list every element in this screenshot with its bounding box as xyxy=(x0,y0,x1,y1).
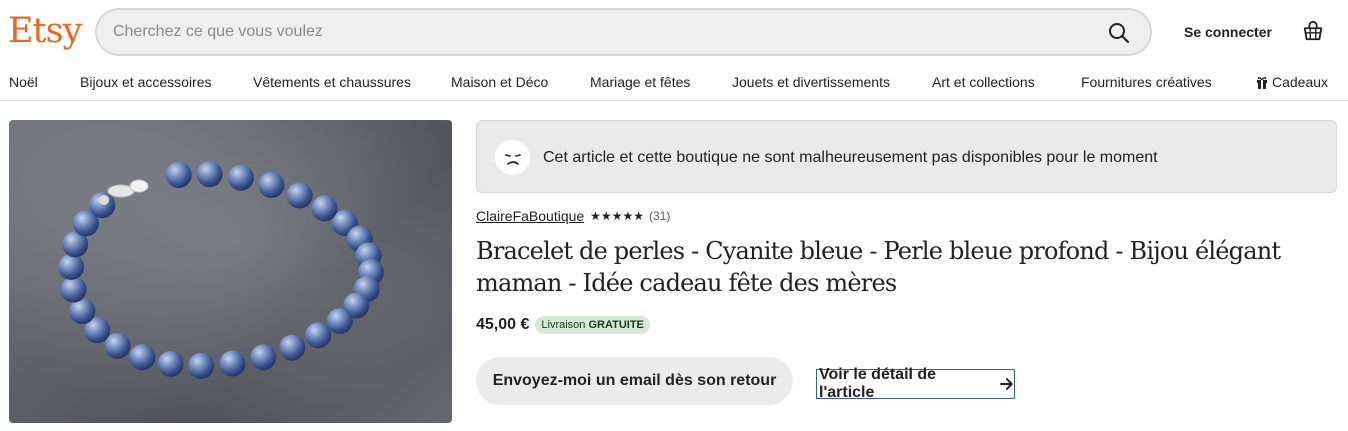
nav-item-fournitures[interactable]: Fournitures créatives xyxy=(1081,73,1212,91)
unavailable-message: Cet article et cette boutique ne sont ma… xyxy=(543,149,1158,166)
nav-item-bijoux[interactable]: Bijoux et accessoires xyxy=(80,73,212,91)
bracelet-bead xyxy=(188,353,215,379)
rating-stars: ★★★★★ xyxy=(590,209,644,223)
bracelet-bead xyxy=(227,164,254,191)
nav-item-jouets[interactable]: Jouets et divertissements xyxy=(732,73,890,91)
bracelet-bead xyxy=(250,344,277,371)
bracelet-bead xyxy=(311,195,338,222)
etsy-logo[interactable]: Etsy xyxy=(8,8,82,54)
cart-button[interactable] xyxy=(1298,16,1328,46)
bracelet-photo xyxy=(9,120,452,423)
review-count: (31) xyxy=(648,209,671,223)
detail-link-label: Voir le détail de l'article xyxy=(819,366,937,401)
bracelet-bead xyxy=(157,351,184,377)
search-input[interactable] xyxy=(113,10,1073,54)
nav-item-label: Cadeaux xyxy=(1272,74,1329,90)
gift-icon xyxy=(1257,76,1267,89)
shipping-prefix: Livraison xyxy=(541,319,586,331)
bracelet-bead xyxy=(286,182,313,209)
nav-item-cadeaux[interactable]: Cadeaux xyxy=(1256,73,1328,91)
arrow-right-icon xyxy=(1000,378,1014,390)
shop-rating-line: ClaireFaBoutique ★★★★★ (31) xyxy=(476,207,670,225)
listing-title: Bracelet de perles - Cyanite bleue - Per… xyxy=(476,237,1281,297)
sign-in-button[interactable]: Se connecter xyxy=(1174,18,1282,46)
bracelet-bead xyxy=(60,276,87,303)
search-button[interactable] xyxy=(1104,18,1134,48)
sad-face-icon xyxy=(495,140,530,175)
product-image[interactable] xyxy=(9,120,452,423)
price-line: 45,00 € Livraison GRATUITE xyxy=(476,316,650,334)
price: 45,00 € xyxy=(476,316,530,333)
shop-name-link[interactable]: ClaireFaBoutique xyxy=(476,208,584,224)
bracelet-bead xyxy=(305,322,332,349)
bracelet-bead xyxy=(326,308,353,335)
bracelet-bead xyxy=(165,162,192,188)
search-bar xyxy=(95,8,1152,56)
nav-item-mariage[interactable]: Mariage et fêtes xyxy=(590,73,690,91)
bracelet-bead xyxy=(279,334,306,361)
category-nav: Noël Bijoux et accessoires Vêtements et … xyxy=(0,64,1348,101)
view-item-details-link[interactable]: Voir le détail de l'article xyxy=(816,366,1015,401)
nav-item-vetements[interactable]: Vêtements et chaussures xyxy=(253,73,411,91)
search-icon xyxy=(1109,23,1130,44)
nav-item-maison[interactable]: Maison et Déco xyxy=(451,73,548,91)
bracelet-bead xyxy=(129,344,156,371)
shopping-basket-icon xyxy=(1303,20,1323,41)
bracelet-bead xyxy=(58,253,85,280)
nav-item-art[interactable]: Art et collections xyxy=(932,73,1035,91)
header: Etsy Se connecter xyxy=(0,0,1348,64)
bracelet-bead xyxy=(219,350,246,377)
bracelet-bead xyxy=(196,161,223,188)
notify-email-button[interactable]: Envoyez-moi un email dès son retour xyxy=(476,357,793,405)
unavailable-banner: Cet article et cette boutique ne sont ma… xyxy=(476,120,1337,193)
bracelet-bead xyxy=(258,172,285,198)
shipping-free-label: GRATUITE xyxy=(588,319,644,331)
free-shipping-badge: Livraison GRATUITE xyxy=(535,316,650,334)
nav-item-noel[interactable]: Noël xyxy=(9,73,38,91)
